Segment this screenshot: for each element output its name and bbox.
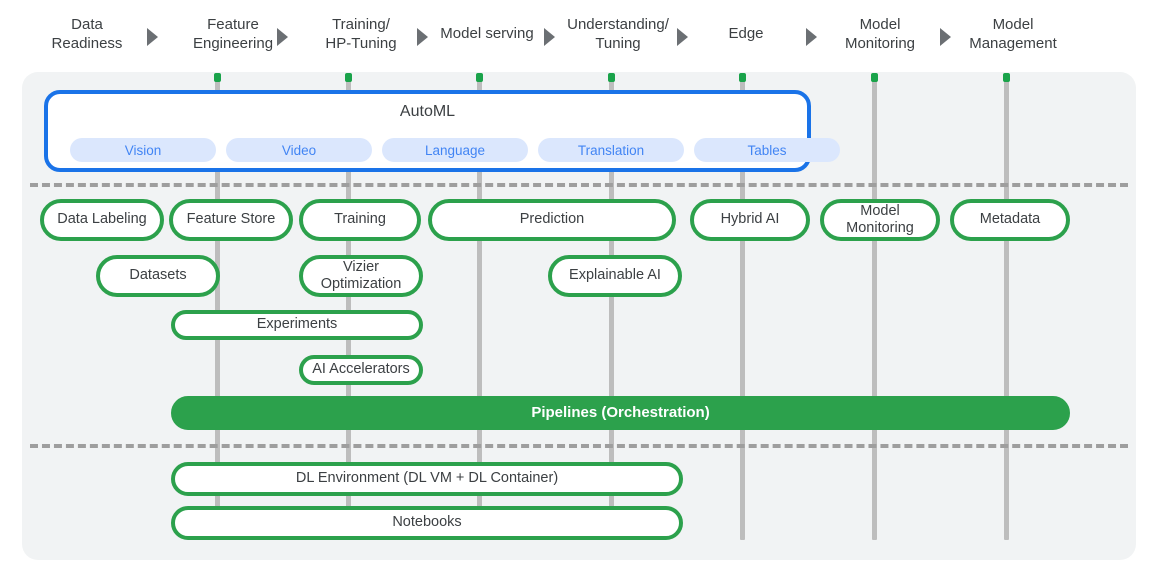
automl-chip-vision[interactable]: Vision bbox=[70, 138, 216, 162]
automl-title: AutoML bbox=[48, 103, 807, 121]
service-pill-model-monitoring[interactable]: Model Monitoring bbox=[820, 199, 940, 241]
service-pill-hybrid-ai[interactable]: Hybrid AI bbox=[690, 199, 810, 241]
phase-rail-5 bbox=[872, 80, 877, 540]
service-pill-training[interactable]: Training bbox=[299, 199, 421, 241]
dashed-separator-1 bbox=[30, 444, 1128, 448]
diagram-root: Data ReadinessFeature EngineeringTrainin… bbox=[0, 0, 1158, 582]
service-pill-dl-environment-dl-vm-dl-container[interactable]: DL Environment (DL VM + DL Container) bbox=[171, 462, 683, 496]
rail-dot-1 bbox=[345, 73, 352, 82]
automl-chip-tables[interactable]: Tables bbox=[694, 138, 840, 162]
phase-label-7: Model Management bbox=[948, 0, 1078, 68]
phase-arrow-2 bbox=[417, 28, 428, 46]
rail-dot-6 bbox=[1003, 73, 1010, 82]
automl-chip-video[interactable]: Video bbox=[226, 138, 372, 162]
phase-rail-6 bbox=[1004, 80, 1009, 540]
phase-arrow-3 bbox=[544, 28, 555, 46]
rail-dot-0 bbox=[214, 73, 221, 82]
phase-label-1: Feature Engineering bbox=[172, 0, 294, 68]
service-pill-experiments[interactable]: Experiments bbox=[171, 310, 423, 340]
phase-arrow-4 bbox=[677, 28, 688, 46]
phase-arrow-6 bbox=[940, 28, 951, 46]
service-pill-feature-store[interactable]: Feature Store bbox=[169, 199, 293, 241]
phase-label-0: Data Readiness bbox=[28, 0, 146, 68]
service-pill-notebooks[interactable]: Notebooks bbox=[171, 506, 683, 540]
automl-chip-language[interactable]: Language bbox=[382, 138, 528, 162]
phase-arrow-1 bbox=[277, 28, 288, 46]
service-pill-prediction[interactable]: Prediction bbox=[428, 199, 676, 241]
rail-dot-4 bbox=[739, 73, 746, 82]
phase-label-6: Model Monitoring bbox=[822, 0, 938, 68]
phase-label-2: Training/ HP-Tuning bbox=[306, 0, 416, 68]
phase-label-3: Model serving bbox=[424, 0, 550, 68]
phase-arrow-5 bbox=[806, 28, 817, 46]
service-pill-explainable-ai[interactable]: Explainable AI bbox=[548, 255, 682, 297]
automl-chip-translation[interactable]: Translation bbox=[538, 138, 684, 162]
service-pill-data-labeling[interactable]: Data Labeling bbox=[40, 199, 164, 241]
phase-label-5: Edge bbox=[692, 0, 800, 68]
rail-dot-2 bbox=[476, 73, 483, 82]
dashed-separator-0 bbox=[30, 183, 1128, 187]
phase-label-4: Understanding/ Tuning bbox=[552, 0, 684, 68]
service-pill-datasets[interactable]: Datasets bbox=[96, 255, 220, 297]
service-pill-ai-accelerators[interactable]: AI Accelerators bbox=[299, 355, 423, 385]
service-pill-vizier-optimization[interactable]: Vizier Optimization bbox=[299, 255, 423, 297]
phase-strip: Data Readiness Feature EngineeringTrainin… bbox=[0, 0, 1158, 68]
service-pill-pipelines-orchestration[interactable]: Pipelines (Orchestration) bbox=[171, 396, 1070, 430]
phase-arrow-0 bbox=[147, 28, 158, 46]
rail-dot-3 bbox=[608, 73, 615, 82]
automl-panel[interactable]: AutoML VisionVideoLanguageTranslationTab… bbox=[44, 90, 811, 172]
rail-dot-5 bbox=[871, 73, 878, 82]
service-pill-metadata[interactable]: Metadata bbox=[950, 199, 1070, 241]
